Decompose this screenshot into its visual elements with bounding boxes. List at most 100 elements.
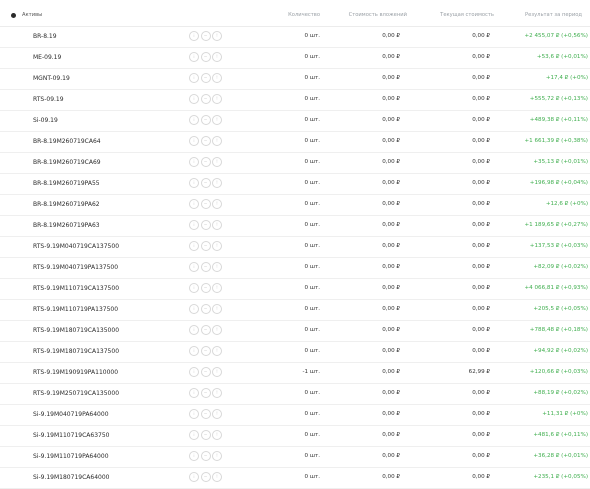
- table-row[interactable]: BR-8.19M260719PA55 i ~! 0 шт. 0,00 ₽ 0,00 ₽ +1…: [0, 174, 590, 195]
- alert-icon[interactable]: !: [212, 73, 222, 83]
- alert-icon[interactable]: !: [212, 178, 222, 188]
- asset-name[interactable]: Si-9.19M110719CA63750: [33, 432, 109, 439]
- info-icon[interactable]: i: [189, 115, 199, 125]
- chart-icon[interactable]: ~: [200, 430, 211, 440]
- asset-name[interactable]: BR-8.19: [33, 33, 57, 40]
- alert-icon[interactable]: !: [212, 388, 222, 398]
- info-icon[interactable]: i: [189, 220, 199, 230]
- asset-name[interactable]: BR-8.19M260719CA69: [33, 159, 101, 166]
- info-icon[interactable]: i: [189, 199, 199, 209]
- info-icon[interactable]: i: [189, 262, 199, 272]
- table-row[interactable]: RTS-09.19 i ~! 0 шт. 0,00 ₽ 0,00 ₽ +555,72 ₽ (…: [0, 90, 590, 111]
- chart-icon[interactable]: ~: [200, 367, 211, 377]
- chart-icon[interactable]: ~: [200, 178, 211, 188]
- alert-icon[interactable]: !: [212, 220, 222, 230]
- chart-icon[interactable]: ~: [200, 472, 211, 482]
- table-row[interactable]: BR-8.19M260719PA62 i ~! 0 шт. 0,00 ₽ 0,00 ₽ +1…: [0, 195, 590, 216]
- asset-name[interactable]: Si-09.19: [33, 117, 58, 124]
- table-row[interactable]: Si-9.19M110719CA63750 i ~! 0 шт. 0,00 ₽ 0,00 …: [0, 426, 590, 447]
- info-icon[interactable]: i: [189, 136, 199, 146]
- alert-icon[interactable]: !: [212, 262, 222, 272]
- info-icon[interactable]: i: [189, 367, 199, 377]
- info-icon[interactable]: i: [189, 409, 199, 419]
- info-icon[interactable]: i: [189, 325, 199, 335]
- alert-icon[interactable]: !: [212, 283, 222, 293]
- info-icon[interactable]: i: [189, 52, 199, 62]
- chart-icon[interactable]: ~: [200, 262, 211, 272]
- table-row[interactable]: RTS-9.19M250719CA135000 i ~! 0 шт. 0,00 ₽ 0,0…: [0, 384, 590, 405]
- chart-icon[interactable]: ~: [200, 73, 211, 83]
- header-current-price[interactable]: Текущая стоимость: [440, 12, 494, 18]
- asset-name[interactable]: RTS-9.19M250719CA135000: [33, 390, 119, 397]
- table-row[interactable]: RTS-9.19M180719CA137500 i ~! 0 шт. 0,00 ₽ 0,0…: [0, 342, 590, 363]
- chart-icon[interactable]: ~: [200, 94, 211, 104]
- chart-icon[interactable]: ~: [200, 346, 211, 356]
- table-row[interactable]: RTS-9.19M040719CA137500 i ~! 0 шт. 0,00 ₽ 0,0…: [0, 237, 590, 258]
- header-quantity[interactable]: Количество: [288, 12, 320, 18]
- chart-icon[interactable]: ~: [200, 52, 211, 62]
- table-row[interactable]: RTS-9.19M040719PA137500 i ~! 0 шт. 0,00 ₽ 0,0…: [0, 258, 590, 279]
- info-icon[interactable]: i: [189, 31, 199, 41]
- asset-name[interactable]: RTS-9.19M180719CA135000: [33, 327, 119, 334]
- table-row[interactable]: Si-9.19M180719CA64000 i ~! 0 шт. 0,00 ₽0,00 …: [0, 468, 590, 489]
- table-row[interactable]: Si-09.19 i ~! 0 шт. 0,00 ₽ 0,00 ₽ +489,38 ₽ (+…: [0, 111, 590, 132]
- table-row[interactable]: RTS-9.19M190919PA110000 i ~! -1 шт. 0,00 ₽ 62…: [0, 363, 590, 384]
- asset-name[interactable]: ME-09.19: [33, 54, 61, 61]
- alert-icon[interactable]: !: [212, 472, 222, 482]
- info-icon[interactable]: i: [189, 430, 199, 440]
- info-icon[interactable]: i: [189, 346, 199, 356]
- asset-name[interactable]: RTS-09.19: [33, 96, 64, 103]
- info-icon[interactable]: i: [189, 73, 199, 83]
- chart-icon[interactable]: ~: [200, 409, 211, 419]
- info-icon[interactable]: i: [189, 451, 199, 461]
- header-assets[interactable]: Активы: [22, 12, 42, 18]
- alert-icon[interactable]: !: [212, 115, 222, 125]
- asset-name[interactable]: Si-9.19M110719PA64000: [33, 453, 109, 460]
- chart-icon[interactable]: ~: [200, 31, 211, 41]
- table-row[interactable]: RTS-9.19M110719PA137500 i ~! 0 шт. 0,00 ₽ 0,0…: [0, 300, 590, 321]
- chart-icon[interactable]: ~: [200, 283, 211, 293]
- table-row[interactable]: Si-9.19M040719PA64000 i ~! 0 шт. 0,00 ₽ 0,00 …: [0, 405, 590, 426]
- chart-icon[interactable]: ~: [200, 241, 211, 251]
- alert-icon[interactable]: !: [212, 52, 222, 62]
- chart-icon[interactable]: ~: [200, 157, 211, 167]
- alert-icon[interactable]: !: [212, 199, 222, 209]
- asset-name[interactable]: BR-8.19M260719PA55: [33, 180, 100, 187]
- table-row[interactable]: BR-8.19M260719CA69 i ~! 0 шт. 0,00 ₽ 0,00 ₽ +3…: [0, 153, 590, 174]
- info-icon[interactable]: i: [189, 472, 199, 482]
- table-row[interactable]: ME-09.19 i ~! 0 шт. 0,00 ₽ 0,00 ₽ +53,6 ₽ (+0,…: [0, 48, 590, 69]
- chart-icon[interactable]: ~: [200, 136, 211, 146]
- asset-name[interactable]: RTS-9.19M110719CA137500: [33, 285, 119, 292]
- header-result[interactable]: Результат за период: [525, 12, 582, 18]
- alert-icon[interactable]: !: [212, 304, 222, 314]
- alert-icon[interactable]: !: [212, 157, 222, 167]
- chart-icon[interactable]: ~: [200, 304, 211, 314]
- asset-name[interactable]: RTS-9.19M190919PA110000: [33, 369, 118, 376]
- alert-icon[interactable]: !: [212, 346, 222, 356]
- asset-name[interactable]: MGNT-09.19: [33, 75, 70, 82]
- asset-name[interactable]: RTS-9.19M040719PA137500: [33, 264, 118, 271]
- table-row[interactable]: RTS-9.19M180719CA135000 i ~! 0 шт. 0,00 ₽ 0,0…: [0, 321, 590, 342]
- header-investment[interactable]: Стоимость вложений: [349, 12, 407, 18]
- table-row[interactable]: RTS-9.19M110719CA137500 i ~! 0 шт. 0,00 ₽ 0,0…: [0, 279, 590, 300]
- info-icon[interactable]: i: [189, 157, 199, 167]
- table-row[interactable]: BR-8.19 i ~! 0 шт. 0,00 ₽ 0,00 ₽ +2 455,07 ₽ (…: [0, 27, 590, 48]
- info-icon[interactable]: i: [189, 388, 199, 398]
- alert-icon[interactable]: !: [212, 430, 222, 440]
- asset-name[interactable]: RTS-9.19M110719PA137500: [33, 306, 118, 313]
- chart-icon[interactable]: ~: [200, 220, 211, 230]
- asset-name[interactable]: BR-8.19M260719PA63: [33, 222, 100, 229]
- table-row[interactable]: BR-8.19M260719CA64 i ~! 0 шт. 0,00 ₽ 0,00 ₽ +1…: [0, 132, 590, 153]
- alert-icon[interactable]: !: [212, 325, 222, 335]
- alert-icon[interactable]: !: [212, 241, 222, 251]
- chart-icon[interactable]: ~: [200, 388, 211, 398]
- info-icon[interactable]: i: [189, 283, 199, 293]
- info-icon[interactable]: i: [189, 241, 199, 251]
- info-icon[interactable]: i: [189, 304, 199, 314]
- asset-name[interactable]: BR-8.19M260719PA62: [33, 201, 100, 208]
- asset-name[interactable]: Si-9.19M180719CA64000: [33, 474, 109, 481]
- alert-icon[interactable]: !: [212, 451, 222, 461]
- asset-name[interactable]: RTS-9.19M040719CA137500: [33, 243, 119, 250]
- asset-name[interactable]: BR-8.19M260719CA64: [33, 138, 101, 145]
- alert-icon[interactable]: !: [212, 31, 222, 41]
